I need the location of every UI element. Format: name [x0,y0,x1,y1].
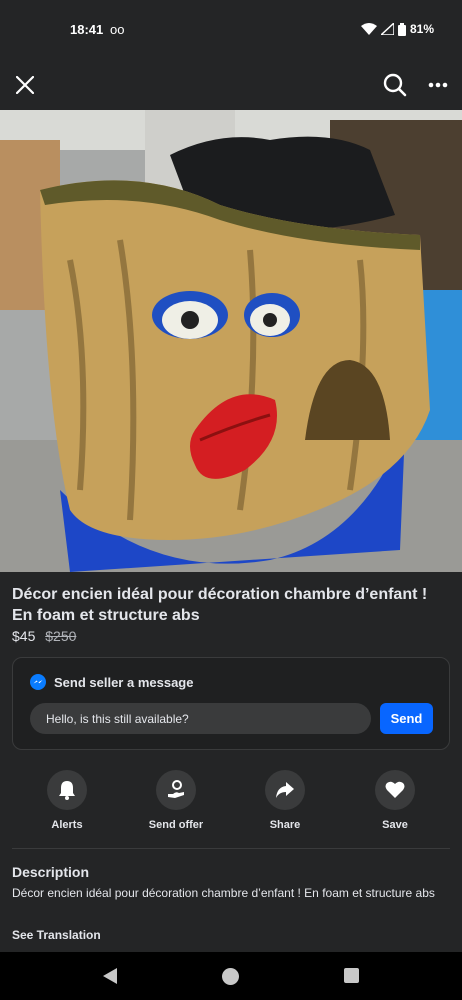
save-label: Save [382,819,408,831]
alerts-label: Alerts [51,819,83,831]
system-nav-bar [0,952,462,1000]
share-label: Share [269,819,301,831]
original-price: $250 [45,628,77,644]
status-icons: 81% [360,22,434,36]
close-icon [16,76,34,94]
price-row: $45 $250 [12,628,76,644]
save-circle [375,770,415,810]
listing-title: Décor encien idéal pour décoration chamb… [12,586,428,624]
save-button[interactable]: Save [350,770,440,831]
message-seller-label: Send seller a message [54,674,194,690]
alerts-circle [47,770,87,810]
close-button[interactable] [10,70,40,100]
share-circle [265,770,305,810]
more-options-button[interactable] [423,70,453,100]
listing-photo-image [0,110,462,572]
description-text: Décor encien idéal pour décoration chamb… [12,886,435,900]
send-offer-icon [168,780,184,798]
send-button[interactable]: Send [380,703,433,734]
messenger-icon [30,674,46,690]
battery-icon [397,22,406,36]
share-button[interactable]: Share [240,770,330,831]
heart-icon [385,781,405,798]
action-row: Alerts Send offer Share Save [0,770,462,840]
send-offer-button[interactable]: Send offer [131,770,221,831]
send-offer-circle [156,770,196,810]
voicemail-icon: oo [110,22,125,37]
nav-bar [0,60,462,110]
send-offer-label: Send offer [148,819,204,831]
description-heading: Description [12,864,90,880]
message-seller-card: Send seller a message Send [12,657,450,750]
section-divider [12,848,450,849]
back-icon[interactable] [103,968,117,984]
signal-icon [380,23,394,35]
listing-photo[interactable] [0,110,462,572]
message-seller-header: Send seller a message [30,674,193,690]
bell-icon [59,781,75,800]
recents-icon[interactable] [344,968,359,983]
search-icon [383,73,407,97]
battery-level: 81% [409,22,434,36]
wifi-icon [360,23,377,35]
message-input[interactable] [30,703,371,734]
home-icon[interactable] [222,968,239,985]
current-price: $45 [12,628,36,644]
search-button[interactable] [380,70,410,100]
alerts-button[interactable]: Alerts [22,770,112,831]
status-time: 18:41 [70,22,104,37]
see-translation-link[interactable]: See Translation [12,928,101,942]
share-icon [276,782,294,798]
more-icon [428,82,448,88]
status-bar: 18:41 oo 81% [0,0,462,60]
